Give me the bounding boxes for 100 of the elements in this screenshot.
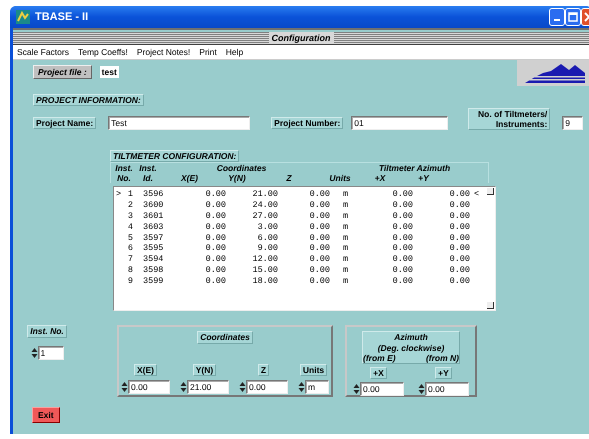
project-file-value: test xyxy=(100,66,119,78)
spinner-field[interactable]: 21.00 xyxy=(187,380,229,394)
table-cell-text: 4 xyxy=(126,222,133,233)
table-cell-text: 0.00 xyxy=(204,200,226,211)
spinner-arrows-icon[interactable] xyxy=(239,380,246,393)
table-cell-text: 0.00 xyxy=(448,254,470,265)
exit-button[interactable]: Exit xyxy=(32,407,60,424)
spinner-field[interactable]: 0.00 xyxy=(246,380,288,394)
table-cell-text: m xyxy=(343,200,350,211)
table-cell-text: m xyxy=(343,232,350,244)
table-cell-text: 3.00 xyxy=(256,222,278,233)
table-cell-text: 0.00 xyxy=(204,210,226,222)
menu-item[interactable]: Temp Coeffs! xyxy=(78,47,128,57)
spinner-arrows-icon[interactable] xyxy=(298,380,305,393)
table-cell-text: 3597 xyxy=(143,232,164,244)
table-cell-text: 0.00 xyxy=(448,222,470,233)
table-cell-text: 0.00 xyxy=(392,210,413,222)
table-cell-text: 18.00 xyxy=(251,276,278,287)
table-cell-text: 9.00 xyxy=(256,243,278,254)
table-cell-text: 0.00 xyxy=(308,276,330,287)
table-cell-text: 0.00 xyxy=(392,189,413,200)
table-cell-text: 3595 xyxy=(143,243,164,254)
table-cell-text: 21.00 xyxy=(251,189,278,200)
field-label: X(E) xyxy=(134,364,157,376)
column-header: Inst. No. xyxy=(114,163,134,184)
table-cell-text: 0.00 xyxy=(204,243,226,254)
table-cell-text: 0.00 xyxy=(392,264,413,276)
project-file-label: Project file : xyxy=(33,65,92,79)
spinner-arrows-icon[interactable] xyxy=(30,346,38,359)
table-cell-text: 0.00 xyxy=(308,200,330,211)
column-header: X(E) xyxy=(180,173,199,184)
table-cell-text: 0.00 xyxy=(448,200,470,211)
spinner-field[interactable]: 1 xyxy=(38,346,64,360)
app-icon xyxy=(16,10,30,24)
table-cell-text: 0.00 xyxy=(448,189,470,200)
table-cell-text: 0.00 xyxy=(392,222,413,233)
maximize-icon xyxy=(568,12,578,22)
table-cell-text: 6.00 xyxy=(256,232,278,244)
column-header: Inst. Id. xyxy=(138,163,158,184)
instrument-list[interactable] xyxy=(113,186,496,312)
corner-mark-icon xyxy=(487,188,494,196)
table-cell-text: 2 xyxy=(126,200,133,211)
table-cell-text: 3599 xyxy=(143,276,164,287)
menu-item[interactable]: Print xyxy=(199,47,217,57)
spinner-field[interactable]: m xyxy=(305,380,329,394)
group-title: Coordinates xyxy=(197,331,253,344)
instrument-count-field[interactable]: 9 xyxy=(562,116,584,130)
field-label: Z xyxy=(258,364,270,376)
row-marker: > xyxy=(116,189,122,200)
table-cell-text: 0.00 xyxy=(448,210,470,222)
column-group-header: Coordinates xyxy=(216,163,268,174)
table-cell-text: 12.00 xyxy=(251,254,278,265)
project-name-label: Project Name: xyxy=(33,117,96,130)
table-cell-text: 0.00 xyxy=(308,254,330,265)
column-header: +X xyxy=(374,173,386,184)
maximize-button[interactable] xyxy=(565,8,581,26)
table-cell-text: 0.00 xyxy=(308,243,330,254)
table-cell-text: 0.00 xyxy=(392,200,413,211)
field-label: Units xyxy=(300,364,328,376)
table-cell-text: 3598 xyxy=(143,264,164,276)
form-title: Configuration xyxy=(268,32,334,44)
table-cell-text: 0.00 xyxy=(392,254,413,265)
table-cell-text: 15.00 xyxy=(251,264,278,276)
table-cell-text: 6 xyxy=(126,243,133,254)
project-name-field[interactable]: Test xyxy=(108,116,250,130)
menu-item[interactable]: Help xyxy=(226,47,244,57)
menu-item[interactable]: Scale Factors xyxy=(17,47,69,57)
table-cell-text: 0.00 xyxy=(392,243,413,254)
spinner-arrows-icon[interactable] xyxy=(180,380,187,393)
table-cell-text: m xyxy=(343,276,350,287)
spinner-field[interactable]: 0.00 xyxy=(128,380,170,394)
spinner-field[interactable]: 0.00 xyxy=(360,382,404,396)
table-cell-text: 0.00 xyxy=(204,232,226,244)
minimize-button[interactable] xyxy=(549,8,565,26)
field-label: +Y xyxy=(435,366,452,380)
table-cell-text: 0.00 xyxy=(392,276,413,287)
menu-item[interactable]: Project Notes! xyxy=(136,47,190,57)
spinner-arrows-icon[interactable] xyxy=(121,380,128,393)
table-cell-text: 0.00 xyxy=(308,210,330,222)
table-cell-text: 3600 xyxy=(143,200,164,211)
table-cell-text: 1 xyxy=(126,189,133,200)
table-cell-text: m xyxy=(343,264,350,276)
project-number-field[interactable]: 01 xyxy=(351,116,448,130)
table-cell-text: 8 xyxy=(126,264,133,276)
azimuth-heading: Azimuth xyxy=(393,332,429,343)
spinner-field[interactable]: 0.00 xyxy=(425,382,469,396)
spinner-arrows-icon[interactable] xyxy=(418,383,425,396)
table-cell-text: m xyxy=(343,243,350,254)
table-cell-text: 0.00 xyxy=(204,264,226,276)
row-marker: < xyxy=(473,189,480,200)
table-cell-text: 0.00 xyxy=(448,232,470,244)
azimuth-subtitle: (Deg. clockwise) xyxy=(376,342,446,353)
table-cell-text: 24.00 xyxy=(251,200,278,211)
column-header: Z xyxy=(285,173,293,184)
spinner-arrows-icon[interactable] xyxy=(353,383,360,396)
table-cell-text: m xyxy=(343,210,350,222)
section-heading: TILTMETER CONFIGURATION: xyxy=(110,150,240,162)
table-cell-text: 7 xyxy=(126,254,133,265)
table-cell-text: 3 xyxy=(126,210,133,222)
column-group-header: Tiltmeter Azimuth xyxy=(378,163,452,174)
